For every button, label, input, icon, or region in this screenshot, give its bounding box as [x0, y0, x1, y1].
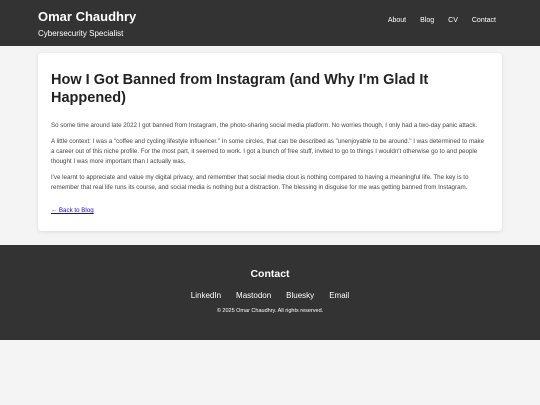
- site-footer: Contact LinkedIn Mastodon Bluesky Email …: [0, 245, 540, 340]
- nav-cv[interactable]: CV: [448, 17, 458, 24]
- footer-link-email[interactable]: Email: [329, 291, 349, 300]
- nav-contact[interactable]: Contact: [472, 17, 496, 24]
- article-card: How I Got Banned from Instagram (and Why…: [38, 53, 502, 231]
- article-paragraph: I've learnt to appreciate and value my d…: [51, 174, 469, 191]
- copyright-text: © 2025 Omar Chaudhry. All rights reserve…: [216, 308, 324, 314]
- site-subtitle: Cybersecurity Specialist: [38, 29, 124, 38]
- site-header: Omar Chaudhry Cybersecurity Specialist A…: [0, 0, 540, 46]
- article-title: How I Got Banned from Instagram (and Why…: [51, 72, 429, 106]
- article-paragraph: A little context: I was a "coffee and cy…: [51, 138, 485, 165]
- nav-about[interactable]: About: [388, 17, 406, 24]
- footer-title: Contact: [250, 268, 290, 280]
- main-nav: About Blog CV Contact: [374, 17, 496, 24]
- article-paragraph: So some time around late 2022 I got bann…: [51, 122, 478, 129]
- footer-link-linkedin[interactable]: LinkedIn: [191, 291, 221, 300]
- brand: Omar Chaudhry Cybersecurity Specialist: [38, 9, 136, 39]
- footer-links: LinkedIn Mastodon Bluesky Email: [0, 291, 540, 300]
- site-name[interactable]: Omar Chaudhry: [38, 9, 136, 25]
- nav-blog[interactable]: Blog: [420, 17, 434, 24]
- footer-link-mastodon[interactable]: Mastodon: [236, 291, 271, 300]
- footer-link-bluesky[interactable]: Bluesky: [286, 291, 314, 300]
- back-to-blog-link[interactable]: ← Back to Blog: [51, 207, 94, 214]
